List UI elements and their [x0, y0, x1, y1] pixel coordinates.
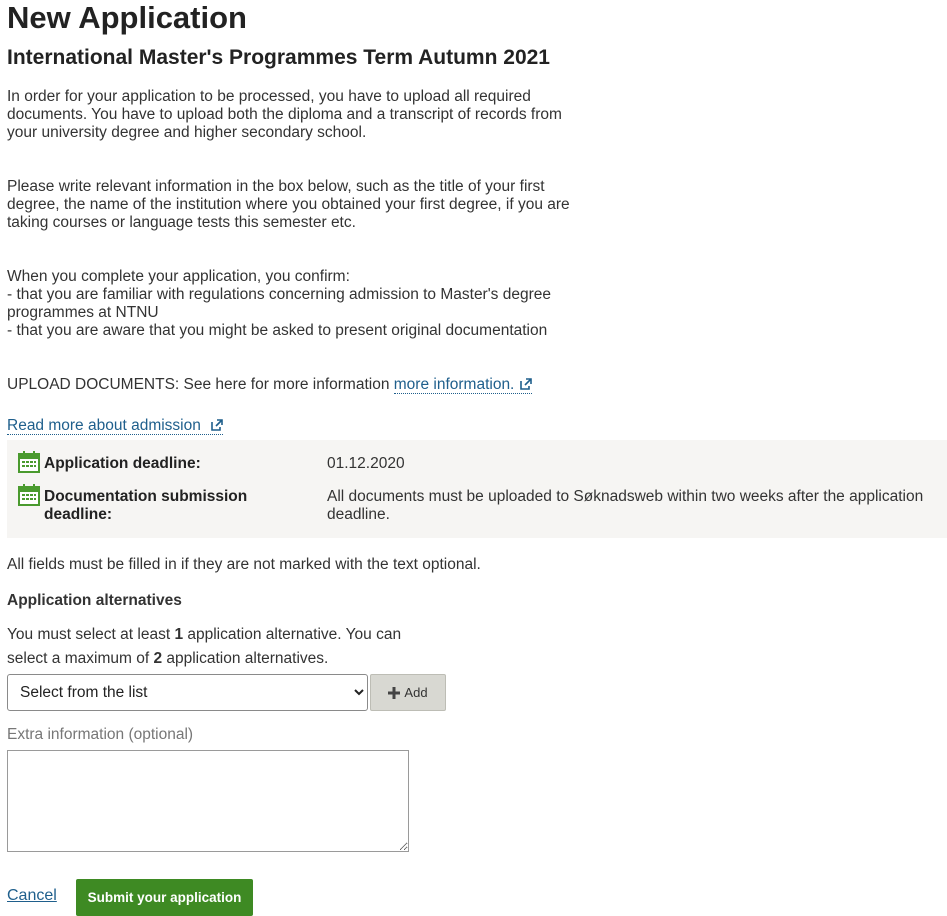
- intro-paragraph-3: When you complete your application, you …: [7, 268, 551, 339]
- alt-max-count: 2: [153, 650, 163, 667]
- cancel-link[interactable]: Cancel: [7, 887, 57, 905]
- alternatives-instructions: You must select at least 1 application a…: [7, 623, 401, 671]
- add-alternative-button[interactable]: Add: [370, 674, 446, 711]
- intro-paragraph-1: In order for your application to be proc…: [7, 88, 562, 141]
- extra-information-label: Extra information (optional): [7, 726, 194, 743]
- alternatives-min-line: You must select at least 1 application a…: [7, 623, 401, 647]
- more-information-link[interactable]: more information.: [393, 376, 533, 394]
- read-more-line: Read more about admission: [7, 399, 223, 435]
- external-link-icon: [520, 378, 533, 390]
- page-title: New Application: [7, 0, 247, 35]
- extra-information-textarea[interactable]: [7, 750, 409, 852]
- documentation-deadline-value: All documents must be uploaded to Søknad…: [327, 488, 924, 523]
- page-subtitle: International Master's Programmes Term A…: [7, 46, 550, 69]
- external-link-icon: [211, 419, 223, 431]
- upload-documents-text: UPLOAD DOCUMENTS: See here for more info…: [7, 376, 394, 393]
- upload-documents-line: UPLOAD DOCUMENTS: See here for more info…: [7, 358, 533, 394]
- application-deadline-value: 01.12.2020: [327, 455, 405, 472]
- alt-min-count: 1: [174, 626, 184, 643]
- calendar-icon: [18, 451, 40, 473]
- alt-text: application alternatives.: [162, 650, 329, 667]
- read-more-admission-label: Read more about admission: [7, 417, 201, 434]
- fields-note: All fields must be filled in if they are…: [7, 556, 481, 573]
- alt-text: You must select at least: [7, 626, 175, 643]
- application-alternative-select[interactable]: Select from the list: [7, 674, 368, 711]
- more-information-link-label: more information.: [393, 376, 515, 393]
- alternatives-heading: Application alternatives: [7, 592, 182, 609]
- plus-icon: [388, 686, 401, 699]
- intro-paragraph-2: Please write relevant information in the…: [7, 178, 570, 231]
- alt-text: select a maximum of: [7, 650, 154, 667]
- application-deadline-label: Application deadline:: [44, 455, 201, 472]
- alternatives-max-line: select a maximum of 2 application altern…: [7, 647, 401, 671]
- read-more-admission-link[interactable]: Read more about admission: [7, 417, 223, 435]
- calendar-icon: [18, 484, 40, 506]
- add-button-label: Add: [404, 685, 428, 700]
- submit-application-button[interactable]: Submit your application: [76, 879, 253, 916]
- alt-text: application alternative. You can: [183, 626, 402, 643]
- documentation-deadline-label: Documentation submission deadline:: [44, 488, 248, 523]
